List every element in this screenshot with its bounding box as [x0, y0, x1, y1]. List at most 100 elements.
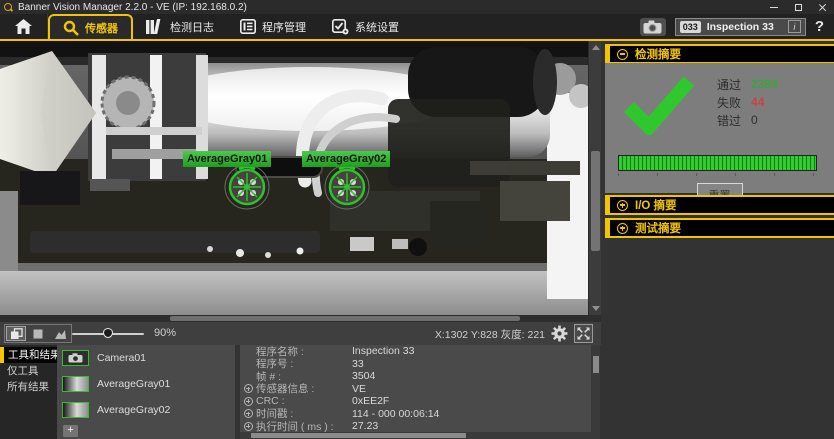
fullscreen-button[interactable]	[574, 324, 593, 343]
tab-tools-and-results[interactable]: 工具和结果	[0, 347, 57, 363]
tab-tools-only[interactable]: 仅工具	[0, 363, 57, 379]
tab-sensor-label: 传感器	[85, 20, 118, 36]
info-hscroll-thumb[interactable]	[251, 433, 466, 438]
roi-label-averagegray01[interactable]: AverageGray01	[183, 151, 271, 167]
info-label: 传感器信息 :	[256, 381, 352, 396]
pass-label: 通过	[717, 76, 741, 93]
camera01-thumbnail	[62, 350, 89, 366]
contrast-view-button[interactable]	[50, 326, 70, 341]
actual-size-button[interactable]	[28, 326, 48, 341]
help-button[interactable]: ?	[815, 18, 824, 35]
expand-icon[interactable]	[244, 422, 253, 431]
app-logo-icon	[4, 3, 13, 12]
add-tool-button[interactable]: +	[63, 425, 78, 437]
viewer-vertical-scrollbar[interactable]	[588, 41, 601, 315]
expand-icon[interactable]	[617, 223, 628, 234]
info-vscroll-thumb[interactable]	[593, 356, 599, 373]
tab-inspection-logs[interactable]: 检测日志	[133, 14, 227, 39]
averagegray01-thumbnail	[62, 376, 89, 392]
tab-inspection-logs-label: 检测日志	[170, 19, 214, 35]
test-summary-header[interactable]: 测试摘要	[605, 218, 834, 238]
nav-right-cluster: 033 Inspection 33 i ?	[640, 14, 834, 39]
minimize-icon	[770, 7, 778, 8]
camera-image	[0, 41, 588, 315]
inspection-name: Inspection 33	[707, 21, 774, 33]
info-value: 3504	[352, 370, 375, 382]
inspection-number-badge: 033	[680, 21, 701, 33]
camera-thumb-icon	[68, 353, 83, 363]
tab-program-management-label: 程序管理	[262, 19, 306, 35]
inspection-selector[interactable]: 033 Inspection 33 i	[675, 18, 806, 36]
maximize-icon	[795, 4, 802, 11]
mountain-icon	[54, 328, 67, 340]
inspection-info-button[interactable]: i	[788, 20, 801, 33]
bottom-section: 工具和结果 仅工具 所有结果 Camera01 AverageGray01 Av…	[0, 345, 601, 439]
books-icon	[146, 19, 164, 34]
settings-check-icon	[332, 19, 349, 35]
averagegray02-thumbnail	[62, 402, 89, 418]
miss-row: 错过 0	[717, 111, 778, 129]
fit-image-button[interactable]	[6, 326, 26, 341]
square-icon	[32, 328, 44, 340]
display-settings-button[interactable]	[551, 325, 568, 347]
result-history-bar	[618, 155, 817, 171]
tool-item-camera01[interactable]: Camera01	[57, 345, 235, 371]
tab-system-settings[interactable]: 系统设置	[319, 14, 412, 39]
expand-icon[interactable]	[244, 409, 253, 418]
maximize-button[interactable]	[786, 0, 810, 14]
camera-image-viewport[interactable]: AverageGray01 AverageGray02	[0, 41, 601, 315]
viewer-vscroll-thumb[interactable]	[591, 151, 600, 251]
fail-row: 失败 44	[717, 93, 778, 111]
cursor-status-readout: X:1302 Y:828 灰度: 221	[435, 327, 545, 342]
inspection-summary-body: 通过 2389 失败 44 错过 0 重置	[605, 63, 834, 193]
window-title: Banner Vision Manager 2.2.0 - VE (IP: 19…	[18, 2, 247, 13]
inspection-summary-title: 检测摘要	[635, 46, 681, 62]
tab-program-management[interactable]: 程序管理	[227, 14, 319, 39]
info-value: Inspection 33	[352, 345, 414, 357]
app-window: Banner Vision Manager 2.2.0 - VE (IP: 19…	[0, 0, 834, 439]
tab-sensor[interactable]: 传感器	[48, 14, 133, 39]
scroll-down-icon[interactable]	[592, 306, 600, 311]
info-horizontal-scrollbar[interactable]	[240, 432, 600, 439]
tab-system-settings-label: 系统设置	[355, 19, 399, 35]
expand-icon[interactable]	[244, 397, 253, 406]
scroll-up-icon[interactable]	[592, 45, 600, 50]
close-icon	[818, 3, 827, 12]
info-value: 27.23	[352, 420, 378, 432]
info-row-execution-time: 执行时间 ( ms ) : 27.23	[240, 420, 600, 433]
gear-icon	[551, 325, 568, 342]
camera-icon	[643, 20, 662, 34]
tab-all-results[interactable]: 所有结果	[0, 379, 57, 395]
results-tab-strip: 工具和结果 仅工具 所有结果	[0, 345, 57, 439]
viewer-toolbar: 90% X:1302 Y:828 灰度: 221	[0, 322, 601, 345]
expand-icon	[577, 327, 590, 340]
io-summary-header[interactable]: I/O 摘要	[605, 195, 834, 215]
minimize-button[interactable]	[762, 0, 786, 14]
window-controls	[762, 0, 834, 14]
io-summary-title: I/O 摘要	[635, 197, 677, 213]
pass-count: 2389	[751, 77, 778, 91]
inspection-summary-header[interactable]: 检测摘要	[605, 44, 834, 64]
info-value: 114 - 000 00:06:14	[352, 408, 439, 420]
tool-item-averagegray01[interactable]: AverageGray01	[57, 371, 235, 397]
tool-name: AverageGray01	[97, 378, 170, 390]
viewer-horizontal-scrollbar[interactable]	[0, 315, 601, 322]
collapse-icon[interactable]	[617, 49, 628, 60]
info-vertical-scrollbar[interactable]	[591, 345, 600, 432]
roi-label-averagegray02[interactable]: AverageGray02	[302, 151, 390, 167]
expand-icon[interactable]	[244, 384, 253, 393]
snapshot-button[interactable]	[640, 18, 666, 36]
fail-label: 失败	[717, 94, 741, 111]
tool-item-averagegray02[interactable]: AverageGray02	[57, 397, 235, 423]
close-button[interactable]	[810, 0, 834, 14]
nav-bar: 传感器 检测日志 程序管理 系统设置 033 Inspection 33 i ?	[0, 14, 834, 41]
expand-icon[interactable]	[617, 200, 628, 211]
home-button[interactable]	[0, 14, 48, 39]
zoom-slider-knob[interactable]	[103, 328, 113, 338]
tool-name: AverageGray02	[97, 404, 170, 416]
magnifier-icon	[63, 20, 79, 36]
tool-name: Camera01	[97, 352, 146, 364]
fail-count: 44	[751, 95, 764, 109]
viewer-hscroll-thumb[interactable]	[170, 316, 520, 321]
program-list-icon	[240, 19, 256, 34]
